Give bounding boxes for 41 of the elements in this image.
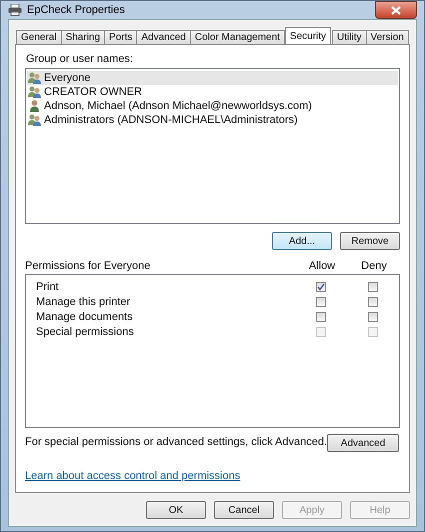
checkbox[interactable] (316, 296, 326, 306)
permission-name: Manage this printer (36, 296, 132, 308)
tab[interactable]: Ports (104, 30, 138, 44)
checkbox[interactable] (368, 296, 378, 306)
tab[interactable]: Advanced (136, 30, 191, 44)
printer-icon (8, 4, 22, 16)
user-list-item[interactable]: Everyone (27, 71, 398, 85)
checkbox[interactable] (316, 312, 326, 322)
checkbox[interactable] (316, 282, 326, 292)
user-list-item[interactable]: CREATOR OWNER (27, 85, 398, 99)
tab[interactable]: Security (284, 27, 332, 44)
tab[interactable]: Utility (332, 30, 366, 44)
dialog-button[interactable]: OK (146, 501, 206, 519)
dialog-button[interactable]: Cancel (214, 501, 274, 519)
users-icon (28, 86, 41, 98)
tab[interactable]: Color Management (190, 30, 285, 44)
user-list-item[interactable]: Adnson, Michael (Adnson Michael@newworldsys.com) (27, 99, 398, 113)
permission-name: Special permissions (36, 326, 135, 338)
section-label: Permissions for Everyone (25, 260, 152, 272)
tab[interactable]: Sharing (60, 30, 106, 44)
permission-name: Manage documents (36, 310, 134, 322)
close-icon (391, 6, 401, 14)
section-label: Group or user names: (26, 53, 134, 65)
close-button[interactable] (375, 1, 417, 19)
checkbox[interactable] (368, 282, 378, 292)
user-list-item[interactable]: Administrators (ADNSON-MICHAEL\Administrators) (27, 113, 398, 127)
tab[interactable]: General (16, 30, 62, 44)
window-title: EpCheck Properties (27, 4, 126, 16)
help-link[interactable]: Learn about access control and permissions (25, 470, 240, 482)
permission-name: Print (36, 280, 60, 292)
remove-button[interactable]: Remove (340, 232, 400, 250)
column-header: Deny (360, 260, 388, 272)
advanced-button[interactable]: Advanced (327, 434, 399, 452)
advanced-note: For special permissions or advanced settings, click Advanced. (25, 435, 328, 448)
column-header: Allow (308, 260, 336, 272)
users-icon (28, 72, 41, 84)
user-icon (28, 100, 41, 112)
checkbox[interactable] (368, 312, 378, 322)
users-icon (28, 114, 41, 126)
add-button[interactable]: Add... (272, 232, 332, 250)
tab[interactable]: Version (366, 30, 409, 44)
